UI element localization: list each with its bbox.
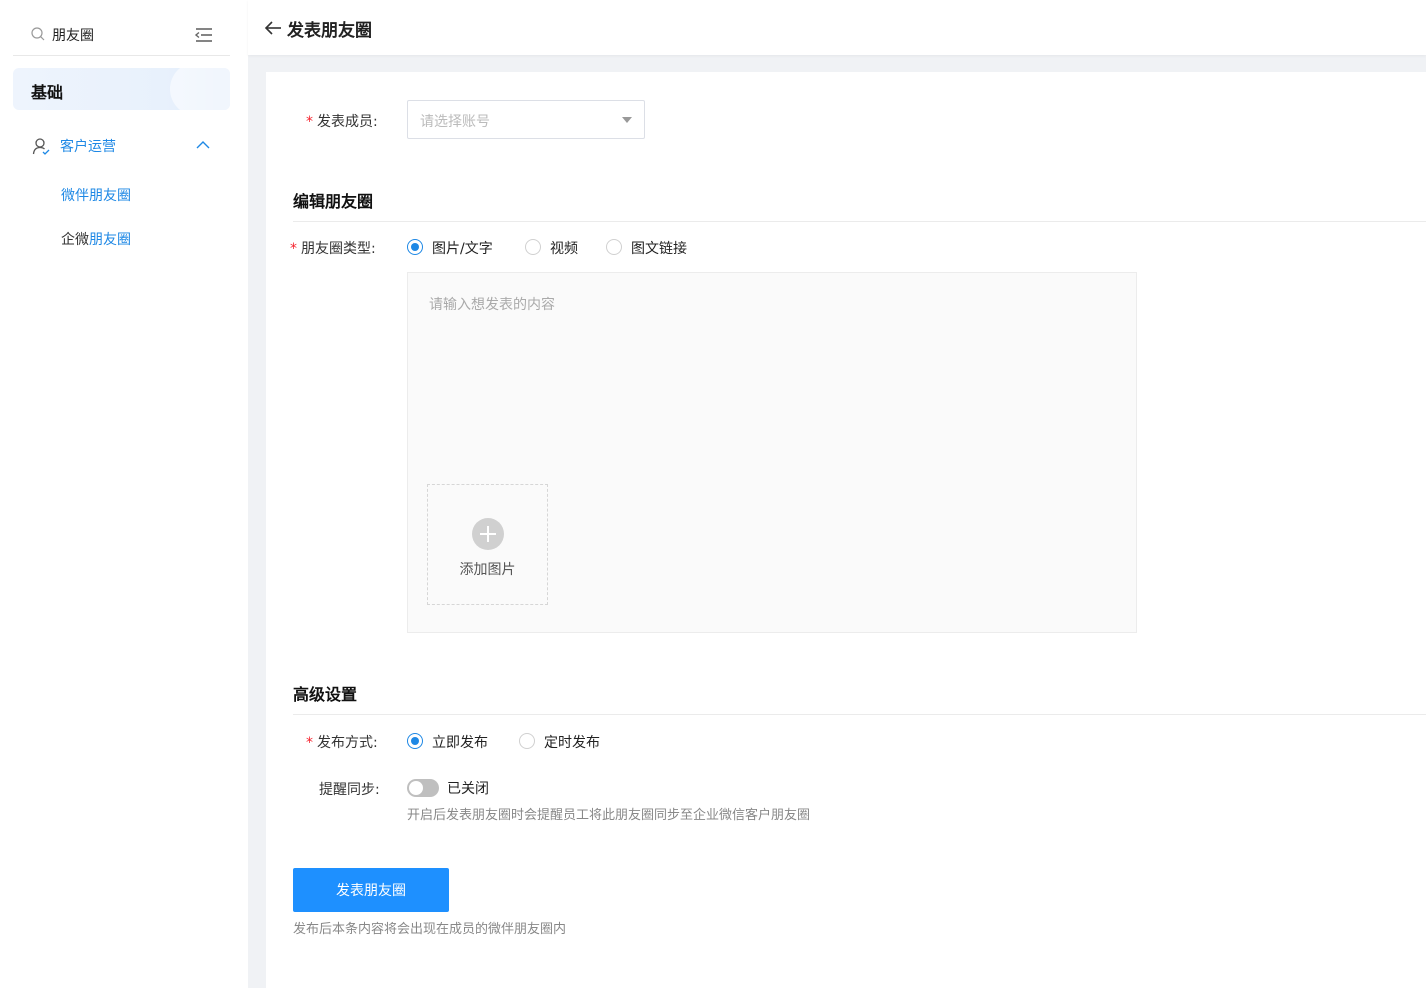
sidebar-item-basic-label: 基础	[31, 83, 64, 102]
content-editor[interactable]: 请输入想发表的内容 添加图片	[407, 272, 1137, 633]
radio-publish-now-label[interactable]: 立即发布	[432, 732, 488, 752]
required-mark: *	[290, 241, 297, 257]
radio-link[interactable]	[606, 239, 622, 255]
sidebar-search-text: 朋友圈	[52, 28, 94, 44]
content-placeholder: 请输入想发表的内容	[429, 297, 555, 313]
required-mark: *	[306, 114, 313, 130]
publish-label-text: 发布方式:	[317, 735, 378, 751]
menu-collapse-icon[interactable]	[194, 26, 214, 44]
edit-section-title: 编辑朋友圈	[293, 192, 374, 211]
sidebar-item-label: 微伴朋友圈	[61, 188, 131, 204]
section-divider	[293, 221, 1426, 222]
type-label: * 朋友圈类型:	[290, 238, 376, 258]
required-mark: *	[306, 735, 313, 751]
chevron-up-icon	[196, 141, 210, 149]
publish-label: * 发布方式:	[306, 732, 378, 752]
radio-publish-scheduled[interactable]	[519, 733, 535, 749]
remind-sync-switch[interactable]	[407, 779, 439, 797]
page-header: 发表朋友圈	[248, 0, 1426, 55]
sidebar-search[interactable]: 朋友圈	[13, 14, 230, 56]
member-select-placeholder: 请选择账号	[420, 114, 490, 130]
member-select[interactable]: 请选择账号	[407, 100, 645, 139]
sidebar-item-label-highlight: 朋友圈	[89, 232, 131, 248]
caret-down-icon	[622, 117, 632, 123]
user-icon	[32, 138, 50, 155]
remind-hint: 开启后发表朋友圈时会提醒员工将此朋友圈同步至企业微信客户朋友圈	[407, 808, 811, 823]
search-icon	[31, 27, 45, 41]
submit-hint: 发布后本条内容将会出现在成员的微伴朋友圈内	[293, 922, 567, 937]
radio-publish-scheduled-label[interactable]: 定时发布	[544, 732, 600, 752]
type-label-text: 朋友圈类型:	[301, 241, 376, 257]
arrow-left-icon[interactable]	[264, 19, 282, 37]
add-image-button[interactable]: 添加图片	[427, 484, 548, 605]
add-image-label: 添加图片	[459, 562, 516, 578]
section-divider	[293, 714, 1426, 715]
advanced-section-title: 高级设置	[293, 685, 358, 704]
member-label-text: 发表成员:	[317, 114, 378, 130]
remind-status: 已关闭	[447, 781, 489, 797]
radio-video[interactable]	[525, 239, 541, 255]
radio-image-text[interactable]	[407, 239, 423, 255]
sidebar-group-label: 客户运营	[60, 139, 116, 155]
radio-link-label[interactable]: 图文链接	[631, 238, 687, 258]
sidebar-item-weiban-moments[interactable]: 微伴朋友圈	[61, 185, 131, 205]
radio-publish-now[interactable]	[407, 733, 423, 749]
sidebar-item-qiwei-moments[interactable]: 企微朋友圈	[61, 229, 131, 249]
page-title: 发表朋友圈	[287, 21, 372, 41]
sidebar-item-basic[interactable]: 基础	[13, 68, 230, 110]
member-label: * 发表成员:	[306, 111, 378, 131]
sidebar-group-customer-ops[interactable]: 客户运营	[13, 126, 230, 166]
basic-decoration	[170, 68, 230, 110]
plus-icon	[472, 518, 504, 550]
sidebar-item-label-prefix: 企微	[61, 232, 89, 248]
radio-image-text-label[interactable]: 图片/文字	[432, 238, 493, 258]
remind-label: 提醒同步:	[319, 782, 380, 798]
sidebar: 朋友圈 基础 客户运营 微伴朋友圈 企微朋友圈	[0, 0, 248, 988]
publish-moments-button[interactable]: 发表朋友圈	[293, 868, 449, 912]
radio-video-label[interactable]: 视频	[550, 238, 578, 258]
